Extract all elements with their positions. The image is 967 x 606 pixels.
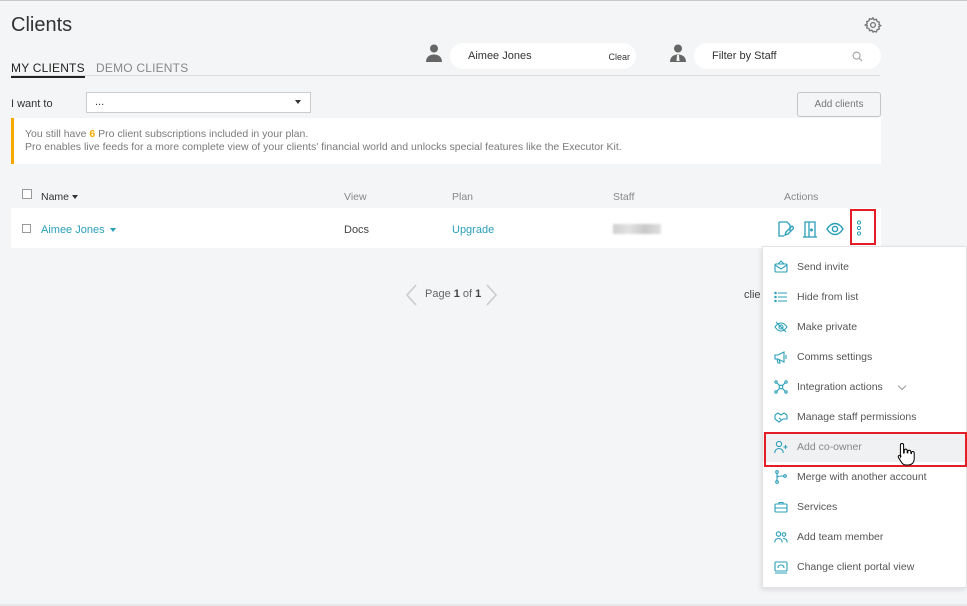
menu-item-manage-staff-permissions[interactable]: Manage staff permissions bbox=[763, 402, 967, 432]
staff-filter-placeholder: Filter by Staff bbox=[712, 50, 777, 62]
menu-item-integration-actions[interactable]: Integration actions bbox=[763, 372, 967, 402]
select-all-checkbox[interactable] bbox=[22, 189, 32, 199]
highlight-box-more bbox=[850, 209, 876, 245]
clear-button[interactable]: Clear bbox=[608, 52, 630, 62]
client-filter-value: Aimee Jones bbox=[468, 50, 532, 62]
menu-item-services[interactable]: Services bbox=[763, 492, 967, 522]
more-vertical-icon[interactable] bbox=[856, 220, 862, 236]
staff-icon bbox=[670, 44, 686, 62]
menu-item-hide-from-list[interactable]: Hide from list bbox=[763, 282, 967, 312]
column-header-plan: Plan bbox=[452, 191, 474, 203]
page-title: Clients bbox=[11, 14, 73, 36]
users-icon bbox=[774, 531, 788, 543]
i-want-to-label: I want to bbox=[11, 98, 53, 110]
menu-item-change-portal-view[interactable]: Change client portal view bbox=[763, 552, 967, 582]
merge-icon bbox=[775, 470, 787, 484]
briefcase-icon bbox=[774, 501, 788, 513]
row-checkbox[interactable] bbox=[22, 224, 31, 233]
upgrade-link[interactable]: Upgrade bbox=[452, 224, 494, 236]
menu-item-send-invite[interactable]: Send invite bbox=[763, 252, 967, 282]
network-icon bbox=[774, 380, 788, 394]
tabs-divider bbox=[11, 75, 880, 76]
eye-icon[interactable] bbox=[826, 220, 844, 238]
menu-item-add-team-member[interactable]: Add team member bbox=[763, 522, 967, 552]
notice-line-1: You still have 6 Pro client subscription… bbox=[25, 128, 309, 140]
pro-notice: You still have 6 Pro client subscription… bbox=[11, 118, 881, 164]
clients-count-partial: clie bbox=[744, 289, 761, 301]
page-indicator: Page 1 of 1 bbox=[425, 288, 482, 300]
column-header-name[interactable]: Name bbox=[41, 191, 79, 203]
client-name-link[interactable]: Aimee Jones bbox=[41, 224, 116, 236]
client-filter[interactable]: Aimee Jones Clear bbox=[450, 43, 636, 69]
chevron-left-icon[interactable] bbox=[404, 283, 418, 307]
highlight-box-add-co-owner bbox=[764, 432, 967, 467]
chevron-down-icon bbox=[897, 381, 907, 391]
column-header-actions: Actions bbox=[784, 191, 819, 203]
client-view: Docs bbox=[344, 224, 370, 236]
person-icon bbox=[426, 44, 442, 62]
edit-document-icon[interactable] bbox=[776, 220, 794, 238]
menu-item-make-private[interactable]: Make private bbox=[763, 312, 967, 342]
eye-slash-icon bbox=[774, 321, 788, 333]
action-select-value: ... bbox=[95, 96, 105, 108]
list-icon bbox=[774, 291, 787, 303]
envelope-icon bbox=[774, 260, 788, 273]
handshake-icon bbox=[774, 412, 788, 423]
gear-icon[interactable] bbox=[864, 16, 882, 34]
notice-line-2: Pro enables live feeds for a more comple… bbox=[25, 141, 622, 153]
staff-filter-input[interactable]: Filter by Staff bbox=[694, 43, 881, 69]
column-header-view: View bbox=[344, 191, 367, 203]
caret-down-icon bbox=[295, 100, 301, 104]
chevron-right-icon[interactable] bbox=[485, 283, 499, 307]
top-border bbox=[0, 0, 967, 1]
column-header-staff: Staff bbox=[613, 191, 635, 203]
tab-demo-clients[interactable]: DEMO CLIENTS bbox=[96, 61, 188, 75]
sort-caret-icon bbox=[72, 195, 79, 199]
door-icon[interactable] bbox=[801, 220, 819, 238]
search-icon[interactable] bbox=[852, 51, 863, 62]
portal-icon bbox=[774, 561, 788, 574]
action-select[interactable]: ... bbox=[86, 92, 311, 113]
caret-down-icon bbox=[109, 228, 116, 232]
menu-item-comms-settings[interactable]: Comms settings bbox=[763, 342, 967, 372]
staff-value-blurred bbox=[613, 224, 661, 234]
hand-cursor-icon bbox=[897, 442, 915, 466]
table-row bbox=[11, 208, 881, 248]
add-clients-button[interactable]: Add clients bbox=[797, 92, 881, 117]
actions-dropdown-menu: Send invite Hide from list Make private … bbox=[762, 246, 967, 588]
megaphone-icon bbox=[774, 351, 787, 364]
